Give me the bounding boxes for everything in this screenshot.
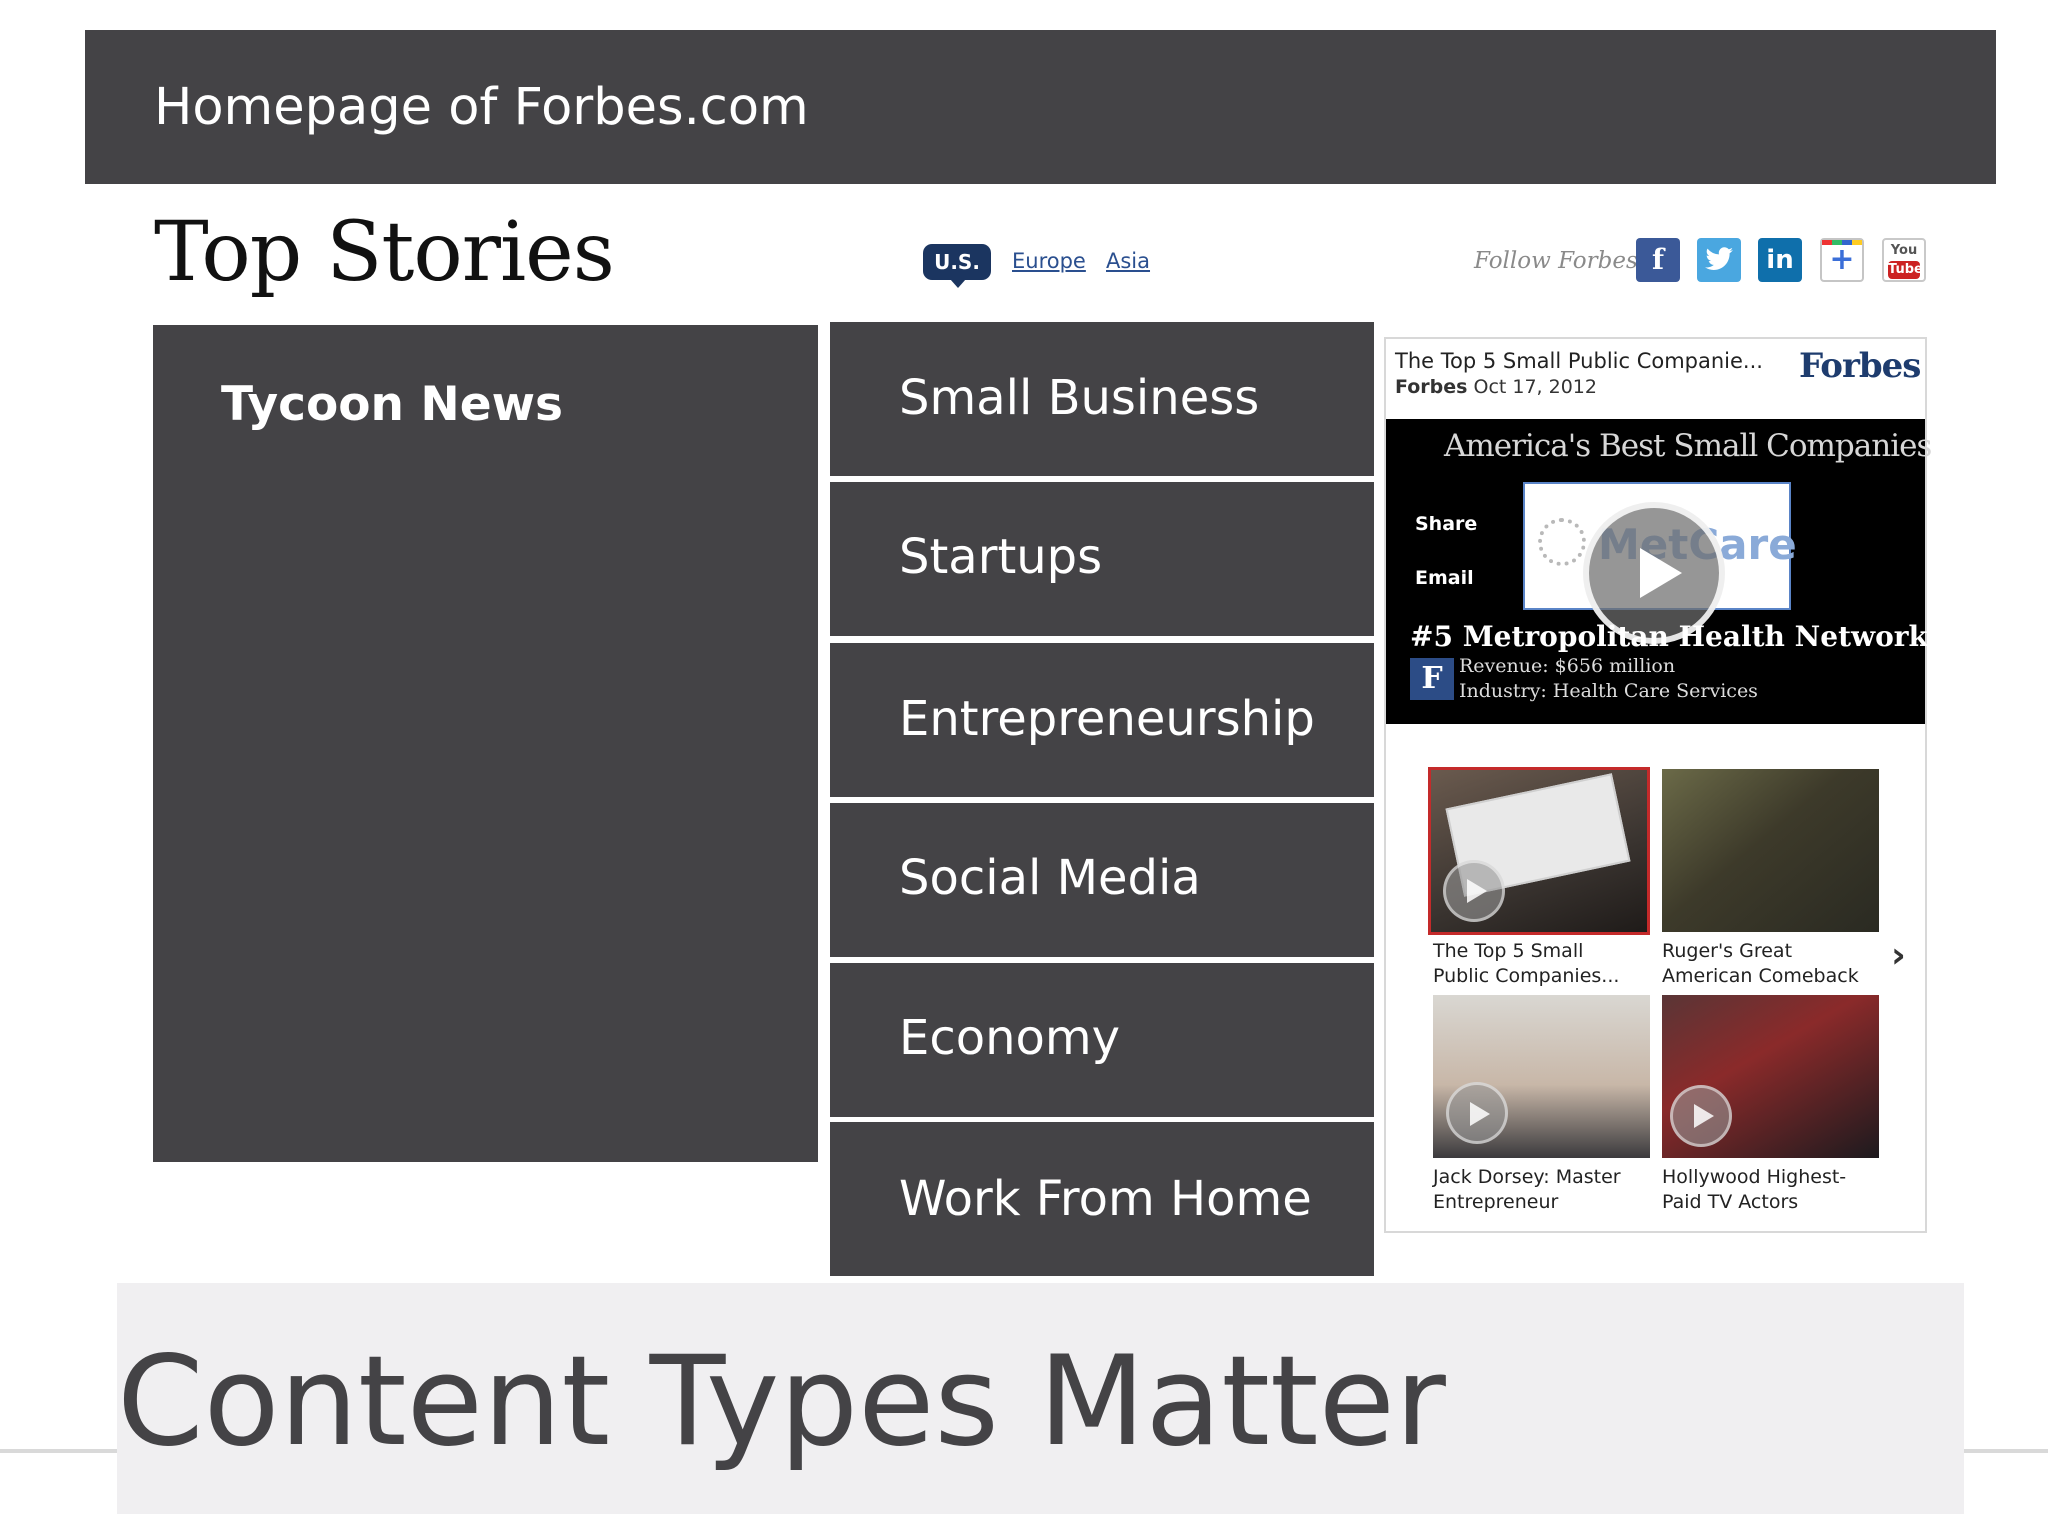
- player-heading: America's Best Small Companies: [1444, 428, 1932, 464]
- youtube-icon-top-text: You: [1890, 243, 1918, 258]
- thumbnail-play-triangle-icon: [1470, 1102, 1490, 1126]
- video-meta: Forbes Oct 17, 2012: [1395, 376, 1597, 398]
- youtube-icon-bottom-text: Tube: [1888, 261, 1923, 279]
- forbes-logo: Forbes: [1799, 346, 1921, 386]
- region-link-europe[interactable]: Europe: [1012, 249, 1086, 273]
- player-industry: Industry: Health Care Services: [1459, 680, 1758, 702]
- tile-label: Social Media: [899, 850, 1201, 906]
- region-tab-us[interactable]: U.S.: [923, 244, 991, 280]
- next-arrow-icon[interactable]: ›: [1891, 935, 1906, 976]
- top-stories-heading: Top Stories: [154, 205, 615, 300]
- video-title[interactable]: The Top 5 Small Public Companie...: [1395, 349, 1763, 373]
- slide-title: Content Types Matter: [117, 1330, 1446, 1474]
- twitter-icon[interactable]: [1697, 238, 1741, 282]
- tile-label: Entrepreneurship: [899, 691, 1315, 747]
- thumbnail-play-triangle-icon: [1467, 879, 1487, 903]
- caption-line: Paid TV Actors: [1662, 1191, 1799, 1213]
- follow-forbes-label: Follow Forbes: [1474, 248, 1638, 274]
- player-share-button[interactable]: Share: [1415, 513, 1477, 535]
- caption-line: Ruger's Great: [1662, 940, 1793, 962]
- tile-label: Startups: [899, 529, 1103, 585]
- related-video-caption[interactable]: Hollywood Highest- Paid TV Actors: [1662, 1165, 1846, 1215]
- region-tab-pointer: [950, 279, 966, 288]
- caption-line: The Top 5 Small: [1433, 940, 1584, 962]
- youtube-icon[interactable]: You Tube: [1882, 238, 1926, 282]
- related-video-caption[interactable]: The Top 5 Small Public Companies...: [1433, 939, 1619, 989]
- related-video-thumbnail[interactable]: [1662, 769, 1879, 932]
- related-video-caption[interactable]: Ruger's Great American Comeback: [1662, 939, 1859, 989]
- caption-line: American Comeback: [1662, 965, 1859, 987]
- play-triangle-icon: [1640, 548, 1682, 598]
- slide-header-title: Homepage of Forbes.com: [154, 78, 809, 137]
- facebook-icon[interactable]: f: [1636, 238, 1680, 282]
- linkedin-icon[interactable]: in: [1758, 238, 1802, 282]
- region-link-asia[interactable]: Asia: [1106, 249, 1150, 273]
- player-revenue: Revenue: $656 million: [1459, 655, 1676, 677]
- caption-line: Jack Dorsey: Master: [1433, 1166, 1621, 1188]
- player-email-button[interactable]: Email: [1415, 567, 1474, 589]
- tile-label: Small Business: [899, 370, 1260, 426]
- player-rank-title: #5 Metropolitan Health Networks: [1410, 620, 1944, 653]
- video-date: Oct 17, 2012: [1473, 376, 1597, 398]
- tile-label: Economy: [899, 1010, 1121, 1066]
- video-source: Forbes: [1395, 376, 1468, 398]
- caption-line: Entrepreneur: [1433, 1191, 1559, 1213]
- related-video-caption[interactable]: Jack Dorsey: Master Entrepreneur: [1433, 1165, 1621, 1215]
- tile-label: Work From Home: [899, 1171, 1312, 1227]
- caption-line: Public Companies...: [1433, 965, 1620, 987]
- forbes-badge-icon: F: [1410, 658, 1454, 700]
- caption-line: Hollywood Highest-: [1662, 1166, 1847, 1188]
- company-seal-icon: [1538, 518, 1586, 566]
- tycoon-news-label: Tycoon News: [221, 377, 563, 432]
- google-plus-icon[interactable]: +: [1820, 238, 1864, 282]
- tycoon-news-tile[interactable]: [153, 325, 818, 1162]
- thumbnail-play-triangle-icon: [1694, 1104, 1714, 1128]
